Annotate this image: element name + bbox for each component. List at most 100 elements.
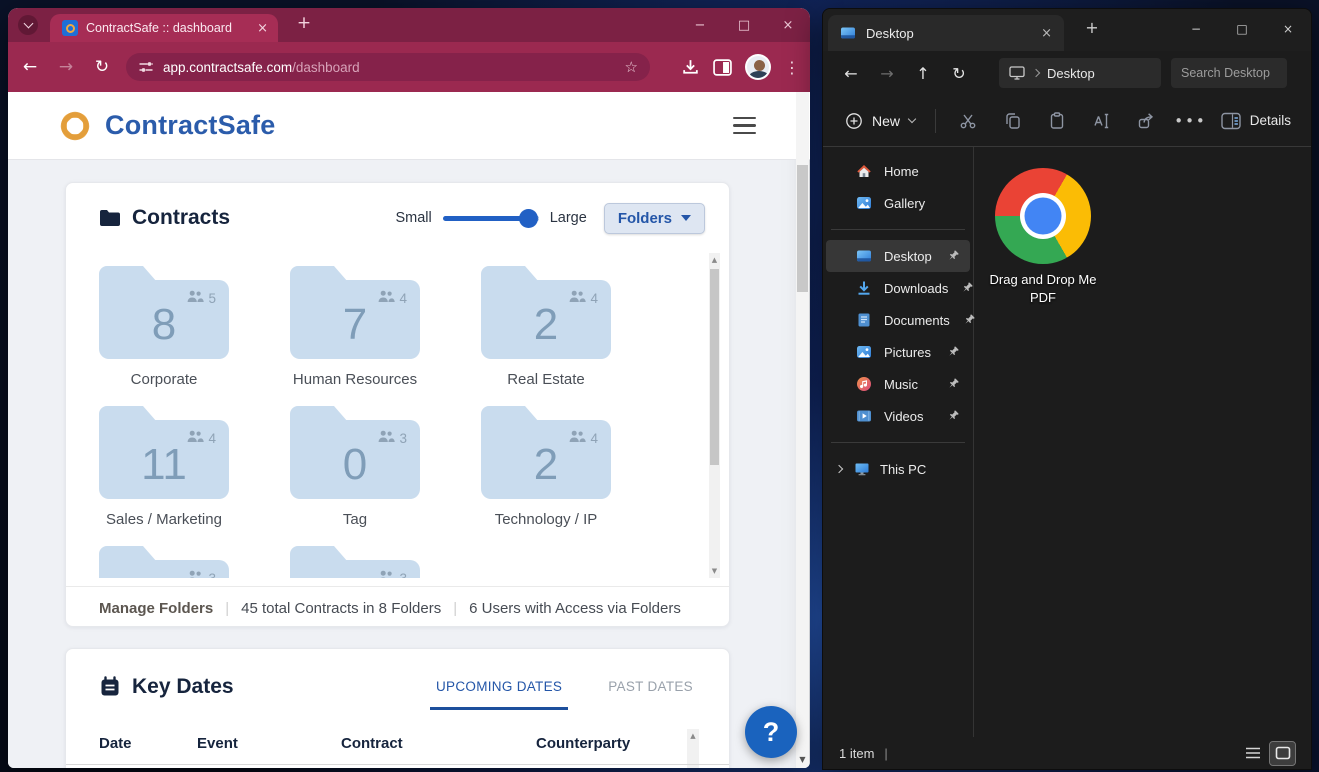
tab-search-button[interactable]	[18, 15, 38, 35]
folder-tile-human-resources[interactable]: 4 7 Human Resources	[290, 266, 420, 388]
folder-name: Technology / IP	[494, 511, 598, 528]
forward-icon[interactable]: →	[869, 57, 905, 89]
size-slider[interactable]	[442, 208, 539, 229]
cut-icon[interactable]	[946, 104, 990, 138]
details-toggle-button[interactable]: Details	[1213, 104, 1299, 138]
new-plus-icon	[846, 112, 862, 129]
profile-avatar[interactable]	[745, 54, 771, 80]
paste-icon[interactable]	[1035, 104, 1079, 138]
explorer-nav-bar: ← → ↑ ↻ Desktop	[823, 51, 1311, 95]
dropdown-caret-icon	[681, 215, 691, 221]
folders-scroll-area: 5 8 Corporate 4 7 Human Resources 4 2 Real Estat…	[66, 253, 703, 578]
more-options-icon[interactable]: •••	[1168, 104, 1212, 138]
size-large-label: Large	[549, 210, 587, 226]
close-button[interactable]: ×	[1265, 9, 1311, 49]
explorer-new-tab-button[interactable]: +	[1079, 18, 1105, 44]
explorer-content-area[interactable]: Drag and Drop Me PDF	[974, 147, 1311, 737]
folder-tile-real-estate[interactable]: 4 2 Real Estate	[481, 266, 611, 388]
folder-tile-tag[interactable]: 3 0 Tag	[290, 406, 420, 528]
sidebar-item-desktop[interactable]: Desktop	[826, 240, 970, 272]
scroll-up-icon[interactable]: ▲	[709, 256, 720, 264]
browser-toolbar: ← → ↻ app.contractsafe.com/dashboard ☆ ⋮	[8, 42, 810, 92]
scroll-down-icon[interactable]: ▼	[796, 755, 809, 764]
folder-name: Real Estate	[507, 371, 585, 388]
page-scrollbar[interactable]: ▼	[796, 92, 809, 768]
desktop-file-drag-and-drop-me-pdf[interactable]: Drag and Drop Me PDF	[967, 168, 1119, 306]
downloads-icon[interactable]	[681, 58, 700, 77]
up-icon[interactable]: ↑	[905, 57, 941, 89]
tab-upcoming-dates[interactable]: UPCOMING DATES	[430, 679, 569, 710]
tab-close-icon[interactable]: ×	[257, 21, 268, 36]
total-contracts-summary: 45 total Contracts in 8 Folders	[241, 600, 442, 617]
url-text[interactable]: app.contractsafe.com/dashboard	[163, 60, 616, 75]
toolbar-right-icons: ⋮	[681, 54, 800, 80]
contractsafe-logo[interactable]: ContractSafe	[55, 106, 275, 146]
side-panel-icon[interactable]	[713, 58, 732, 76]
folder-tile-corporate[interactable]: 5 8 Corporate	[99, 266, 229, 388]
key-dates-scrollbar[interactable]: ▲	[687, 729, 699, 768]
back-icon[interactable]: ←	[14, 51, 46, 83]
browser-tab-contractsafe[interactable]: ContractSafe :: dashboard ×	[50, 14, 278, 42]
address-bar[interactable]: app.contractsafe.com/dashboard ☆	[126, 53, 650, 81]
site-settings-icon[interactable]	[138, 59, 154, 75]
sidebar-item-documents[interactable]: Documents	[826, 304, 975, 336]
sidebar-item-downloads[interactable]: Downloads	[826, 272, 973, 304]
footer-separator: |	[453, 600, 458, 617]
minimize-button[interactable]: −	[1173, 9, 1219, 49]
browser-menu-icon[interactable]: ⋮	[784, 58, 800, 77]
minimize-button[interactable]: −	[678, 8, 722, 42]
browser-window: ContractSafe :: dashboard × + − □ × ← → …	[8, 8, 810, 768]
share-icon[interactable]	[1124, 104, 1168, 138]
folder-shape: 47	[290, 266, 420, 359]
explorer-search-box[interactable]	[1171, 58, 1287, 88]
column-contract: Contract	[341, 735, 403, 752]
sidebar-item-pictures[interactable]: Pictures	[826, 336, 970, 368]
sidebar-item-music[interactable]: Music	[826, 368, 970, 400]
large-icons-view-icon[interactable]	[1269, 740, 1296, 766]
slider-thumb[interactable]	[518, 208, 538, 228]
details-view-icon[interactable]	[1240, 742, 1265, 765]
explorer-address-bar[interactable]: Desktop	[999, 58, 1161, 88]
rename-icon[interactable]	[1079, 104, 1123, 138]
explorer-tab-desktop[interactable]: Desktop ×	[828, 15, 1064, 51]
back-icon[interactable]: ←	[833, 57, 869, 89]
copy-icon[interactable]	[990, 104, 1034, 138]
folder-tile-partial[interactable]: 3	[290, 546, 420, 578]
videos-icon	[856, 408, 872, 424]
new-tab-button[interactable]: +	[292, 13, 316, 37]
search-input[interactable]	[1181, 66, 1277, 80]
folder-contract-count: 11	[141, 439, 187, 489]
close-button[interactable]: ×	[766, 8, 810, 42]
sidebar-item-gallery[interactable]: Gallery	[826, 187, 970, 219]
maximize-button[interactable]: □	[1219, 9, 1265, 49]
page-scrollbar-thumb[interactable]	[797, 165, 808, 292]
new-button[interactable]: New	[835, 104, 925, 138]
scroll-down-icon[interactable]: ▼	[709, 567, 720, 575]
folder-tile-partial[interactable]: 3	[99, 546, 229, 578]
expand-chevron-icon[interactable]	[834, 464, 844, 474]
folders-scrollbar[interactable]: ▲ ▼	[709, 253, 720, 578]
tab-past-dates[interactable]: PAST DATES	[602, 679, 699, 710]
maximize-button[interactable]: □	[722, 8, 766, 42]
key-dates-column-headers: Date Event Contract Counterparty	[99, 735, 679, 752]
view-mode-dropdown[interactable]: Folders	[603, 202, 705, 234]
refresh-icon[interactable]: ↻	[941, 57, 977, 89]
forward-icon[interactable]: →	[50, 51, 82, 83]
sidebar-item-videos[interactable]: Videos	[826, 400, 970, 432]
tab-title: ContractSafe :: dashboard	[86, 21, 232, 35]
folders-scrollbar-thumb[interactable]	[710, 269, 719, 465]
folder-tile-sales-marketing[interactable]: 4 11 Sales / Marketing	[99, 406, 229, 528]
bookmark-star-icon[interactable]: ☆	[625, 58, 638, 76]
manage-folders-link[interactable]: Manage Folders	[99, 600, 213, 617]
folder-tile-technology-ip[interactable]: 4 2 Technology / IP	[481, 406, 611, 528]
details-label: Details	[1249, 113, 1292, 128]
refresh-icon[interactable]: ↻	[86, 51, 118, 83]
help-button[interactable]: ?	[745, 706, 797, 758]
sidebar-item-home[interactable]: Home	[826, 155, 970, 187]
sidebar-item-this-pc[interactable]: This PC	[826, 453, 970, 485]
scroll-up-icon[interactable]: ▲	[687, 732, 699, 740]
hamburger-menu-icon[interactable]	[733, 116, 756, 135]
folder-name: Sales / Marketing	[106, 511, 222, 528]
breadcrumb-chevron-icon[interactable]	[1031, 68, 1041, 78]
tab-close-icon[interactable]: ×	[1041, 26, 1052, 41]
